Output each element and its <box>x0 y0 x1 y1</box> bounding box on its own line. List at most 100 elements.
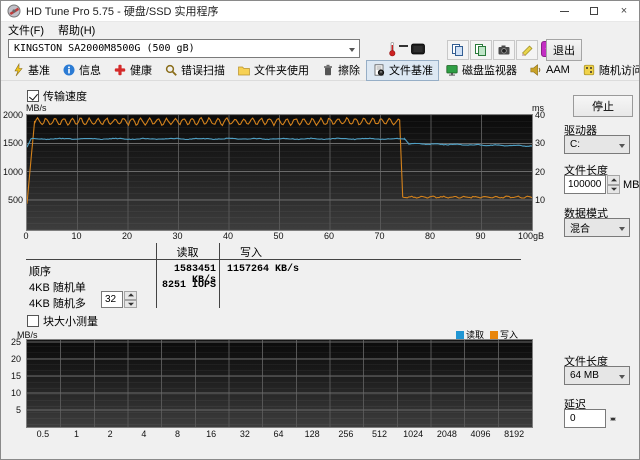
note-pencil-icon <box>522 45 533 56</box>
axis-tick-label: 25 <box>10 337 21 348</box>
drive-dropdown[interactable]: C: <box>564 135 630 154</box>
axis-tick-label: 20 <box>10 354 21 365</box>
tab-benchmark[interactable]: 基准 <box>5 60 56 81</box>
axis-tick-label: 20 <box>535 166 546 177</box>
axis-tick-label: 10 <box>535 194 546 205</box>
random-access-icon <box>583 64 594 76</box>
stop-button[interactable]: 停止 <box>573 95 633 117</box>
results-header-read: 读取 <box>176 247 199 259</box>
info-icon <box>63 64 75 76</box>
file-length2-value: 64 MB <box>570 370 599 381</box>
copy-icon <box>452 44 463 56</box>
speaker-icon <box>530 64 541 76</box>
window-title: HD Tune Pro 5.75 - 硬盘/SSD 实用程序 <box>26 6 219 18</box>
menu-help[interactable]: 帮助(H) <box>51 21 102 39</box>
tab-label: AAM <box>546 64 570 76</box>
menu-file[interactable]: 文件(F) <box>1 21 51 39</box>
stop-button-label: 停止 <box>592 101 614 113</box>
axis-tick-label: 2 <box>107 429 113 439</box>
lightning-icon <box>14 63 23 77</box>
data-mode-dropdown[interactable]: 混合 <box>564 218 630 237</box>
exit-button-label: 退出 <box>553 45 575 57</box>
minimize-button[interactable] <box>549 1 579 21</box>
tab-file-benchmark[interactable]: 文件基准 <box>366 59 439 81</box>
menu-bar: 文件(F) 帮助(H) <box>1 22 639 38</box>
axis-tick-label: 60 <box>323 231 334 241</box>
toolbar: KINGSTON SA2000M8500G (500 gB) 退出 <box>1 38 639 61</box>
axis-tick-label: 5 <box>15 405 21 415</box>
close-button[interactable]: × <box>609 1 639 21</box>
title-bar: HD Tune Pro 5.75 - 硬盘/SSD 实用程序 × <box>1 1 639 22</box>
tab-error-scan[interactable]: 错误扫描 <box>158 60 231 81</box>
tab-label: 磁盘监视器 <box>462 65 517 77</box>
tab-info[interactable]: 信息 <box>56 60 107 81</box>
tab-label: 擦除 <box>338 65 360 77</box>
axis-tick-label: 0.5 <box>36 429 50 439</box>
tab-label: 随机访问 <box>598 65 640 77</box>
axis-tick-label: 4 <box>141 429 147 439</box>
tab-aam[interactable]: AAM <box>523 60 576 81</box>
axis-tick-label: 40 <box>535 110 546 120</box>
queue-depth-spinner[interactable]: 32 <box>101 291 137 308</box>
file-length-spinner[interactable]: 100000 <box>564 175 620 194</box>
block-size-checkbox[interactable]: 块大小测量 <box>27 313 98 329</box>
chevron-down-icon <box>619 374 625 379</box>
axis-tick-label: 2048 <box>436 429 457 439</box>
temperature-display-icon <box>411 43 425 55</box>
copy-screenshot-button[interactable] <box>470 40 492 60</box>
maximize-button[interactable] <box>579 1 609 21</box>
app-icon <box>7 4 21 18</box>
transfer-speed-checkbox[interactable]: 传输速度 <box>27 88 87 104</box>
queue-depth-value: 32 <box>101 291 123 308</box>
tab-disk-monitor[interactable]: 磁盘监视器 <box>439 60 523 81</box>
hd-tune-window: HD Tune Pro 5.75 - 硬盘/SSD 实用程序 × 文件(F) 帮… <box>0 0 640 460</box>
copy-results-button[interactable] <box>447 40 469 60</box>
chevron-down-icon <box>619 143 625 148</box>
tab-label: 健康 <box>130 65 152 77</box>
axis-tick-label: 1024 <box>403 429 424 439</box>
copy-green-icon <box>475 44 486 56</box>
file-length-value: 100000 <box>564 175 606 194</box>
drive-selector[interactable]: KINGSTON SA2000M8500G (500 gB) <box>8 39 360 58</box>
trash-icon <box>324 64 332 76</box>
tab-label: 信息 <box>79 65 101 77</box>
tab-label: 文件夹使用 <box>254 65 309 77</box>
spinner-up-button[interactable] <box>607 175 620 185</box>
axis-tick-label: 0 <box>23 231 29 241</box>
axis-tick-label: 100gB <box>517 231 545 241</box>
spinner-down-button[interactable] <box>124 299 137 308</box>
folder-icon <box>238 66 250 76</box>
axis-tick-label: 90 <box>475 231 486 241</box>
write-legend-swatch <box>490 331 499 339</box>
axis-tick-label: 256 <box>338 429 354 439</box>
delay-input[interactable]: 0 <box>564 409 606 428</box>
tab-folder-usage[interactable]: 文件夹使用 <box>231 60 315 81</box>
tab-label: 基准 <box>28 65 50 77</box>
tab-erase[interactable]: 擦除 <box>315 60 366 81</box>
checkbox-unchecked-icon <box>27 315 39 327</box>
axis-tick-label: 30 <box>172 231 183 241</box>
axis-tick-label: 128 <box>304 429 320 439</box>
axis-tick-label: 32 <box>239 429 250 439</box>
exit-button[interactable]: 退出 <box>546 39 582 61</box>
spinner-down-button[interactable] <box>607 184 620 194</box>
results-row-sequential-label: 顺序 <box>29 266 51 278</box>
axis-tick-label: 8 <box>174 429 180 439</box>
axis-tick-label: 1 <box>73 429 79 439</box>
read-legend-swatch <box>456 331 464 339</box>
screenshot-button[interactable] <box>493 40 515 60</box>
axis-tick-label: 40 <box>222 231 233 241</box>
file-length2-dropdown[interactable]: 64 MB <box>564 366 630 385</box>
axis-tick-label: 1500 <box>2 138 23 149</box>
tab-random-access[interactable]: 随机访问 <box>576 60 640 81</box>
spinner-up-button[interactable] <box>124 291 137 300</box>
sequential-write-value: 1157264 KB/s <box>227 264 300 275</box>
axis-tick-label: 512 <box>371 429 388 439</box>
chevron-down-icon <box>619 226 625 231</box>
axis-tick-label: 15 <box>10 371 21 382</box>
thermometer-icon <box>389 42 396 57</box>
save-text-button[interactable] <box>516 40 538 60</box>
data-mode-value: 混合 <box>570 224 590 235</box>
tab-health[interactable]: 健康 <box>107 60 158 81</box>
results-table: 读取 写入 顺序 1583451 KB/s 1157264 KB/s 4KB 随… <box>1 243 546 310</box>
